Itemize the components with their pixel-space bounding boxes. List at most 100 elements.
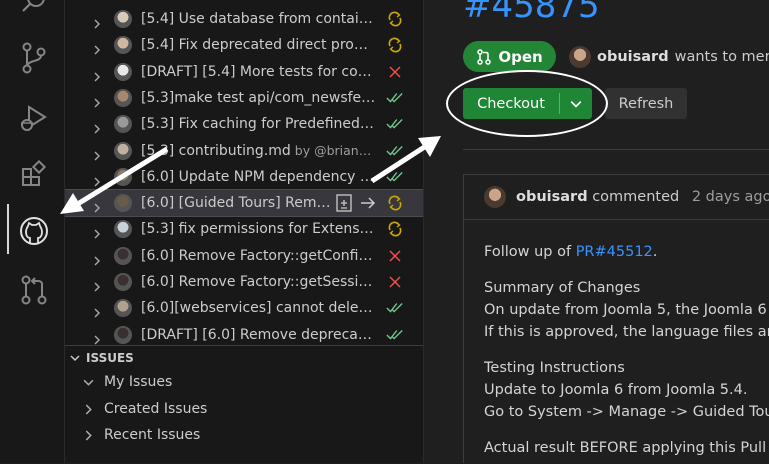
pull-request-title-text: [DRAFT] [6.0] Remove deprecat…	[141, 326, 376, 343]
pull-requests-icon[interactable]	[18, 274, 50, 306]
avatar	[114, 273, 132, 291]
chevron-right-icon[interactable]	[92, 40, 102, 55]
pull-request-item[interactable]: [DRAFT] [5.4] More tests for co…	[65, 59, 423, 85]
pr-link[interactable]: PR#45512	[576, 244, 653, 260]
chevron-right-icon[interactable]	[92, 330, 102, 345]
pull-request-item[interactable]: [5.4] Use database from contai…	[65, 6, 423, 32]
issue-query-my-issues[interactable]: My Issues	[83, 374, 172, 390]
status-pending-icon	[386, 36, 404, 54]
refresh-button[interactable]: Refresh	[605, 88, 687, 119]
pr-state-badge: Open	[463, 41, 556, 72]
chevron-down-icon	[70, 355, 80, 362]
avatar	[114, 194, 132, 213]
avatar	[114, 167, 132, 186]
chevron-right-icon[interactable]	[92, 14, 102, 29]
issue-query-created-issues[interactable]: Created Issues	[83, 401, 207, 417]
chevron-down-icon	[83, 379, 94, 386]
chevron-right-icon[interactable]	[92, 277, 102, 292]
chevron-right-icon	[85, 430, 92, 440]
pr-author-line: obuisard wants to merg	[569, 46, 769, 68]
avatar	[114, 115, 132, 134]
chevron-right-icon[interactable]	[92, 303, 102, 318]
issues-section: ISSUES My Issues Created Issues Recent I…	[65, 345, 423, 464]
pull-request-title: [6.0] Update NPM dependency …	[141, 169, 374, 185]
pull-request-item[interactable]: [6.0] Remove Factory::getConfi…	[65, 243, 423, 269]
pull-request-item[interactable]: [5.3] contributing.md by @brian…	[65, 138, 423, 164]
chevron-right-icon[interactable]	[92, 119, 102, 134]
pull-request-title-text: [6.0] Update NPM dependency …	[141, 168, 374, 185]
pull-request-title: [5.4] Use database from contai…	[141, 11, 373, 27]
pull-request-item[interactable]: [6.0][webservices] cannot dele…	[65, 295, 423, 321]
pr-author-action: wants to merg	[674, 49, 769, 65]
chevron-right-icon[interactable]	[92, 198, 102, 213]
pull-request-title-text: [6.0] Remove Factory::getSessi…	[141, 274, 373, 290]
avatar	[114, 141, 132, 160]
issues-section-header[interactable]: ISSUES	[70, 351, 134, 365]
summary-line: If this is approved, the language files …	[484, 324, 769, 340]
follow-up-suffix: .	[652, 244, 658, 260]
run-debug-icon[interactable]	[18, 102, 50, 134]
issue-query-recent-issues[interactable]: Recent Issues	[83, 427, 200, 443]
pull-request-title: [6.0] [Guided Tours] Rem…	[141, 195, 330, 211]
arrow-right-icon[interactable]	[359, 194, 377, 216]
extensions-icon[interactable]	[18, 158, 50, 190]
comment-card: obuisard commented 2 days ago Follow up …	[463, 174, 769, 463]
status-passed-icon	[386, 142, 404, 160]
summary-heading: Summary of Changes	[484, 280, 641, 296]
pull-request-item[interactable]: [DRAFT] [6.0] Remove deprecat…	[65, 322, 423, 345]
pull-request-title: [DRAFT] [6.0] Remove deprecat…	[141, 327, 376, 343]
avatar[interactable]	[484, 186, 506, 208]
comment-author[interactable]: obuisard	[516, 189, 588, 205]
chevron-right-icon[interactable]	[92, 224, 102, 239]
chevron-right-icon[interactable]	[92, 251, 102, 266]
pull-request-title-text: [5.4] Fix deprecated direct prop…	[141, 37, 376, 54]
pull-request-item[interactable]: [5.3] fix permissions for Extensi…	[65, 216, 423, 242]
pr-detail-panel: #45875 Open obuisard wants to merg Check…	[424, 0, 769, 463]
pull-request-title: [5.3] contributing.md by @brian…	[141, 143, 371, 159]
chevron-right-icon[interactable]	[92, 146, 102, 160]
pr-author-name[interactable]: obuisard	[597, 49, 669, 65]
testing-line: Update to Joomla 6 from Joomla 5.4.	[484, 382, 748, 398]
active-indicator	[7, 204, 9, 254]
comment-timestamp: 2 days ago	[691, 189, 769, 205]
github-sidebar: [5.4] Use database from contai… [5.4] Fix…	[65, 0, 424, 463]
comment-action: commented	[592, 189, 680, 205]
issues-header-label: ISSUES	[86, 351, 134, 365]
avatar	[114, 299, 132, 318]
status-passed-icon	[386, 115, 404, 133]
chevron-right-icon[interactable]	[92, 67, 102, 82]
source-control-icon[interactable]	[18, 42, 50, 74]
pull-request-title-text: [6.0] [Guided Tours] Rem…	[141, 195, 331, 212]
actual-result-line: Actual result BEFORE applying this Pull …	[484, 440, 769, 456]
pull-request-item[interactable]: [5.4] Fix deprecated direct prop…	[65, 32, 423, 58]
pull-request-title: [6.0] Remove Factory::getSessi…	[141, 274, 372, 290]
chevron-right-icon[interactable]	[92, 93, 102, 108]
avatar	[114, 36, 132, 55]
pull-request-title: [6.0][webservices] cannot dele…	[141, 300, 373, 316]
avatar[interactable]	[569, 46, 591, 68]
pull-request-item[interactable]: [5.3]make test api/com_newsfe…	[65, 85, 423, 111]
pull-request-item[interactable]: [6.0] Remove Factory::getSessi…	[65, 269, 423, 295]
avatar	[114, 325, 132, 344]
pull-request-item[interactable]: [5.3] Fix caching for Predefined…	[65, 111, 423, 137]
status-passed-icon	[386, 299, 404, 317]
pull-request-title-text: [5.3] fix permissions for Extensi…	[141, 221, 376, 238]
chevron-right-icon[interactable]	[92, 172, 102, 187]
open-description-icon[interactable]	[335, 194, 353, 216]
avatar	[114, 88, 132, 107]
avatar	[114, 10, 132, 28]
pull-request-title: [DRAFT] [5.4] More tests for co…	[141, 64, 372, 80]
pull-request-title-text: [5.3] Fix caching for Predefined…	[141, 116, 374, 133]
pull-request-title: [5.3] fix permissions for Extensi…	[141, 221, 376, 237]
status-passed-icon	[386, 89, 404, 107]
pull-request-title: [5.4] Fix deprecated direct prop…	[141, 37, 376, 53]
search-icon[interactable]	[18, 0, 50, 20]
summary-line: On update from Joomla 5, the Joomla 6 j	[484, 302, 769, 318]
testing-line: Go to System -> Manage -> Guided Tours	[484, 404, 769, 420]
pull-request-item[interactable]: [6.0] Update NPM dependency …	[65, 164, 423, 190]
pull-request-title-text: [6.0][webservices] cannot dele…	[141, 300, 373, 317]
status-passed-icon	[386, 168, 404, 186]
status-pending-icon	[386, 194, 404, 212]
github-icon[interactable]	[18, 215, 50, 247]
pull-request-item[interactable]: [6.0] [Guided Tours] Rem…	[65, 189, 423, 218]
